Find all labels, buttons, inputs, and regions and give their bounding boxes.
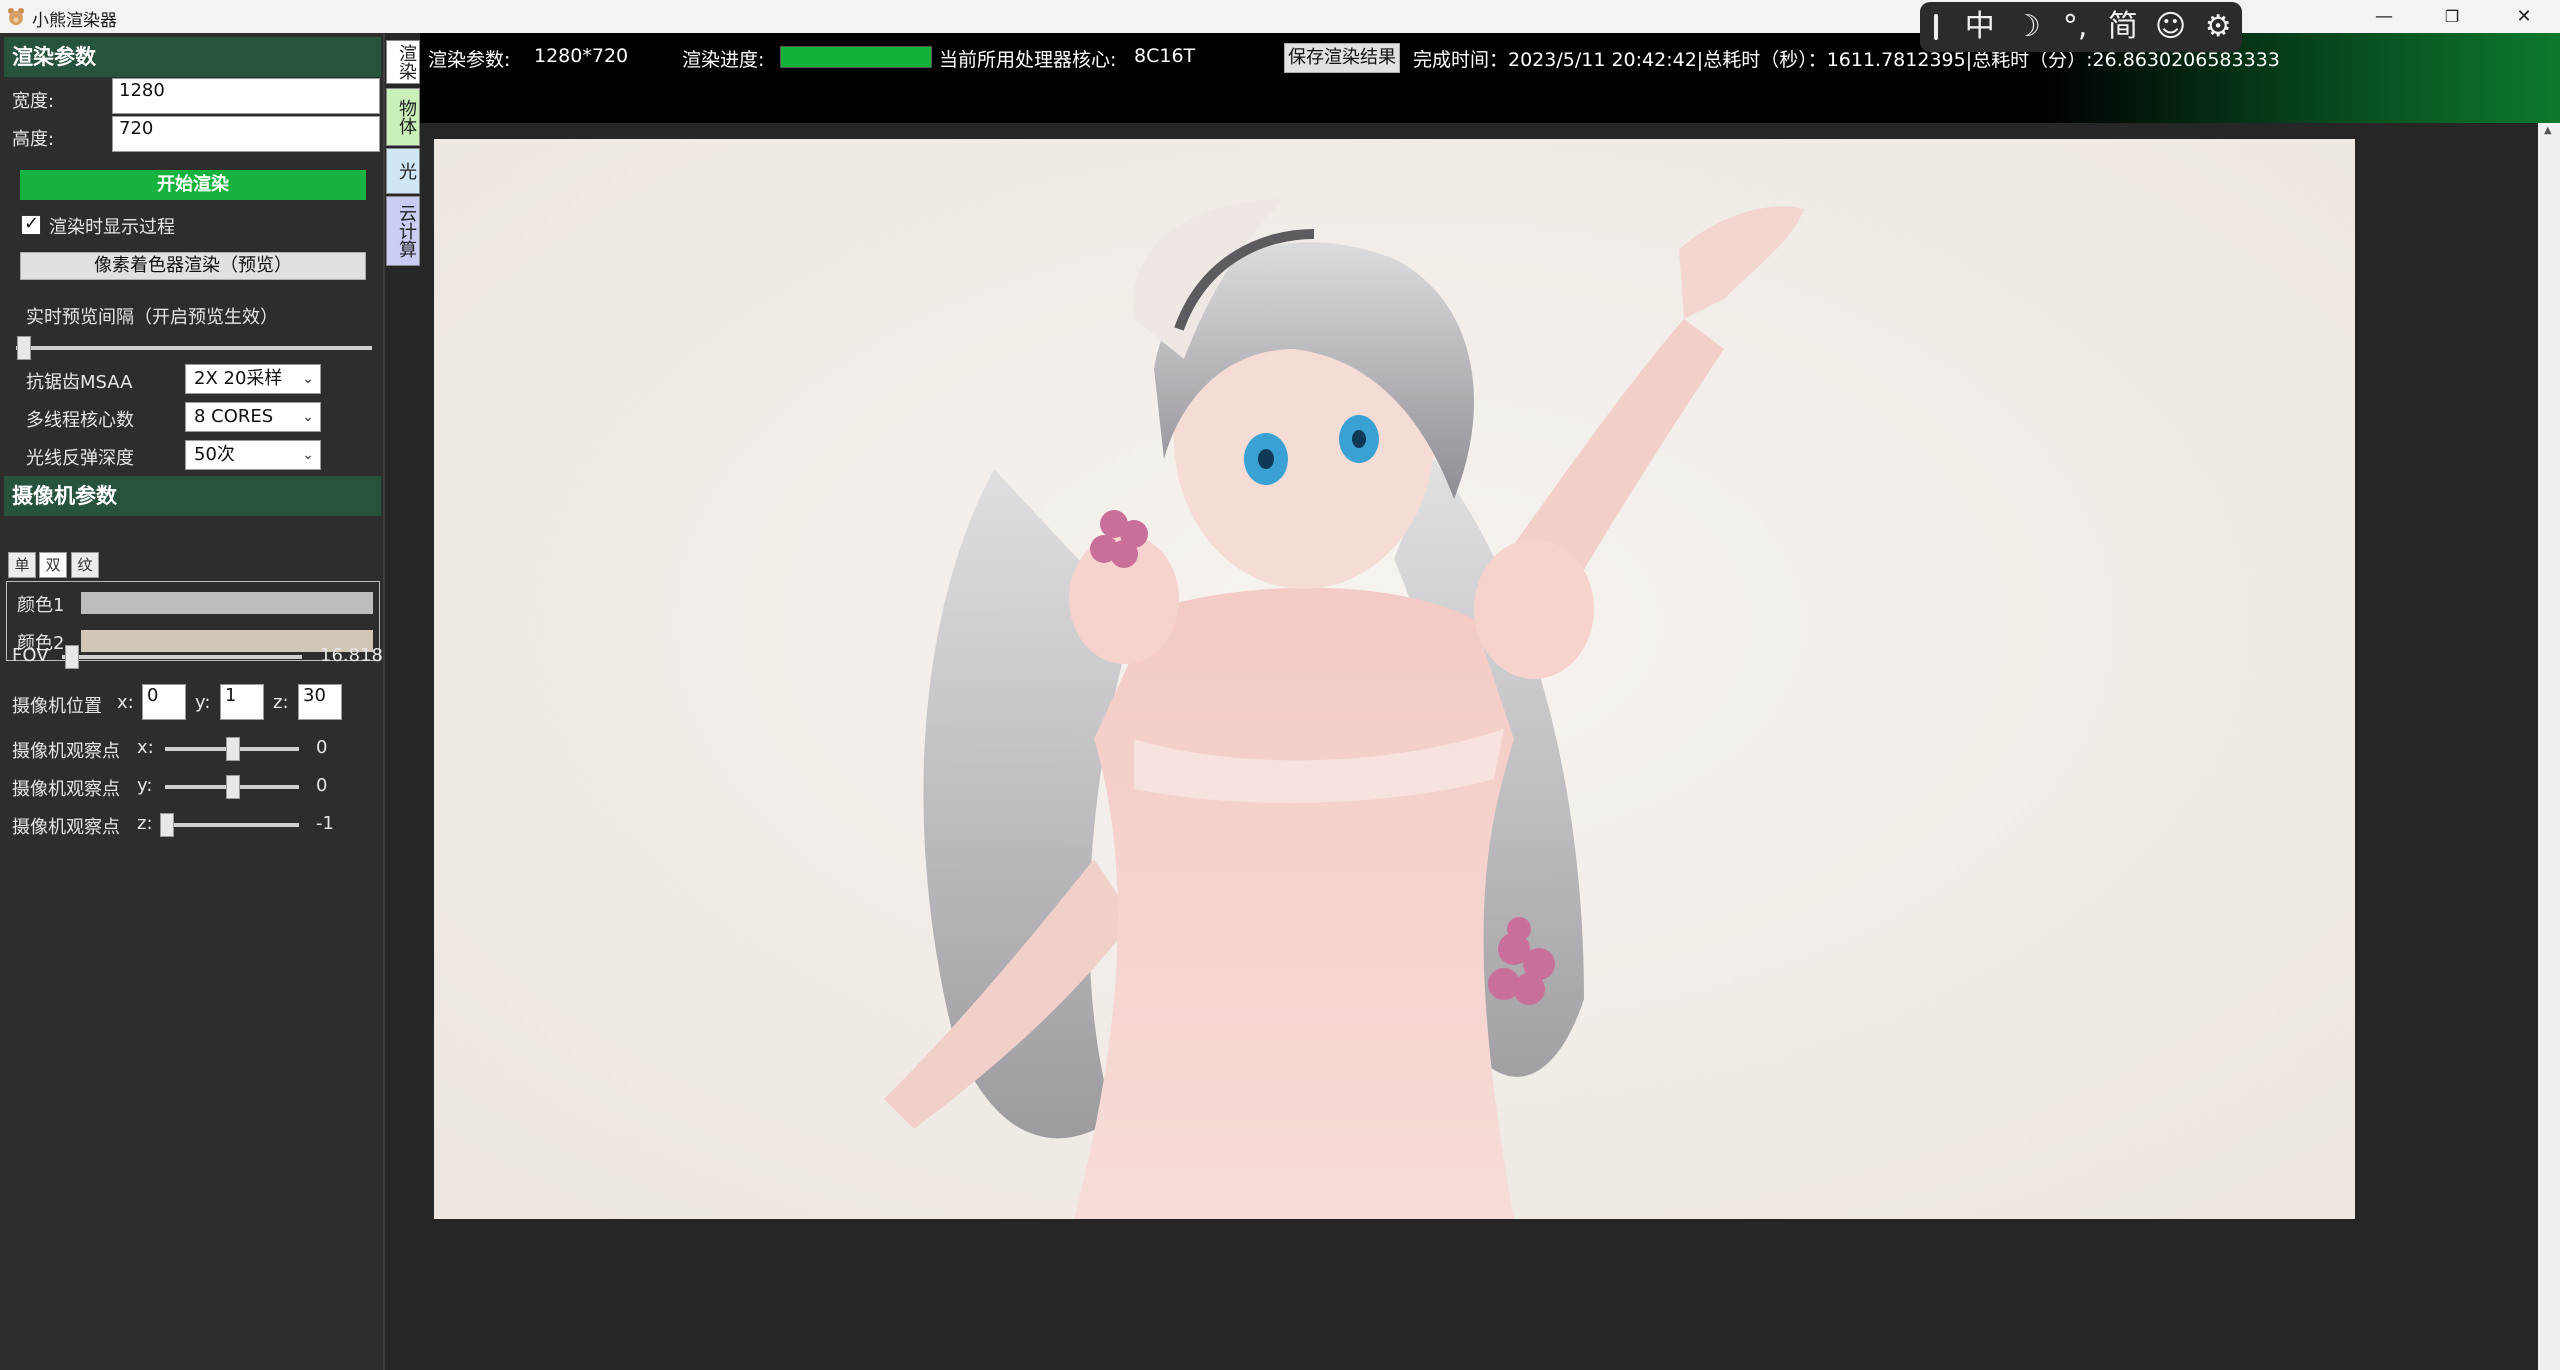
simplified-icon[interactable]: 简 bbox=[2099, 2, 2147, 52]
cpu-cores-label: 当前所用处理器核心: bbox=[939, 49, 1117, 71]
render-progress-bar bbox=[780, 46, 932, 68]
look-z-slider[interactable] bbox=[165, 823, 299, 827]
bounce-depth-select[interactable]: 50次 ⌄ bbox=[185, 440, 321, 470]
look-y-value: 0 bbox=[316, 775, 328, 796]
pixel-shader-render-button[interactable]: 像素着色器渲染（预览） bbox=[20, 252, 366, 280]
cores-label: 多线程核心数 bbox=[26, 410, 134, 431]
settings-icon[interactable]: ⚙ bbox=[2194, 2, 2242, 52]
vertical-scrollbar[interactable]: ▲ bbox=[2538, 123, 2560, 1370]
look-y-axis: y: bbox=[137, 775, 153, 796]
show-process-label: 渲染时显示过程 bbox=[49, 217, 175, 238]
tab-render[interactable]: 渲染 bbox=[386, 40, 420, 84]
height-label: 高度: bbox=[12, 129, 55, 150]
fov-slider[interactable] bbox=[62, 655, 302, 659]
msaa-select[interactable]: 2X 20采样 ⌄ bbox=[185, 364, 321, 394]
left-panel: 渲染参数 宽度: 1280 高度: 720 开始渲染 渲染时显示过程 像素着色器… bbox=[0, 33, 385, 1370]
look-y-slider-thumb[interactable] bbox=[226, 775, 240, 799]
render-params-info-value: 1280*720 bbox=[534, 45, 629, 67]
cores-select-value: 8 CORES bbox=[194, 406, 274, 427]
pos-y-input[interactable]: 1 bbox=[220, 684, 264, 720]
start-render-button[interactable]: 开始渲染 bbox=[20, 170, 366, 200]
chevron-down-icon: ⌄ bbox=[302, 409, 314, 425]
moon-icon[interactable]: ☽ bbox=[2004, 2, 2052, 52]
pos-z-label: z: bbox=[273, 692, 289, 713]
look-z-label: 摄像机观察点 bbox=[12, 817, 120, 838]
emoji-icon[interactable]: ☺ bbox=[2147, 2, 2195, 52]
app-icon bbox=[8, 8, 24, 25]
camera-tab-double[interactable]: 双 bbox=[39, 552, 67, 578]
preview-interval-slider-thumb[interactable] bbox=[17, 336, 31, 360]
width-input[interactable]: 1280 bbox=[112, 78, 380, 114]
cores-select[interactable]: 8 CORES ⌄ bbox=[185, 402, 321, 432]
preview-interval-label: 实时预览间隔（开启预览生效） bbox=[26, 307, 278, 328]
width-label: 宽度: bbox=[12, 91, 55, 112]
look-x-label: 摄像机观察点 bbox=[12, 741, 120, 762]
look-z-slider-thumb[interactable] bbox=[160, 813, 174, 837]
bounce-depth-select-value: 50次 bbox=[194, 444, 235, 465]
save-result-button[interactable]: 保存渲染结果 bbox=[1284, 43, 1400, 73]
pos-y-label: y: bbox=[195, 692, 211, 713]
tab-light[interactable]: 光 bbox=[386, 148, 420, 194]
chinese-mode-icon[interactable]: 中 bbox=[1956, 2, 2004, 52]
preview-interval-slider[interactable] bbox=[16, 346, 372, 350]
render-result-image bbox=[434, 139, 2355, 1219]
minimize-button[interactable]: — bbox=[2350, 0, 2418, 33]
rendered-character-image bbox=[434, 139, 2355, 1219]
height-input[interactable]: 720 bbox=[112, 116, 380, 152]
bounce-depth-label: 光线反弹深度 bbox=[26, 448, 134, 469]
render-progress-fill bbox=[781, 47, 931, 67]
pos-x-input[interactable]: 0 bbox=[142, 684, 186, 720]
window-title: 小熊渲染器 bbox=[32, 11, 117, 31]
maximize-button[interactable]: ❐ bbox=[2418, 0, 2486, 33]
cpu-cores-value: 8C16T bbox=[1134, 45, 1196, 67]
fov-label: FOV bbox=[12, 645, 49, 666]
look-x-axis: x: bbox=[137, 737, 154, 758]
scroll-up-arrow-icon[interactable]: ▲ bbox=[2544, 125, 2552, 136]
fov-slider-thumb[interactable] bbox=[65, 645, 79, 669]
look-z-axis: z: bbox=[137, 813, 153, 834]
pos-x-label: x: bbox=[117, 692, 134, 713]
render-progress-label: 渲染进度: bbox=[682, 49, 765, 71]
camera-params-header: 摄像机参数 bbox=[4, 476, 381, 516]
color1-swatch[interactable] bbox=[81, 592, 373, 614]
drag-handle-icon[interactable] bbox=[1934, 14, 1938, 40]
camera-position-label: 摄像机位置 bbox=[12, 696, 102, 717]
look-x-slider-thumb[interactable] bbox=[226, 737, 240, 761]
show-process-checkbox[interactable] bbox=[21, 213, 41, 235]
look-x-value: 0 bbox=[316, 737, 328, 758]
ime-toolbar: 中 ☽ °, 简 ☺ ⚙ bbox=[1920, 2, 2242, 52]
look-y-label: 摄像机观察点 bbox=[12, 779, 120, 800]
camera-tab-texture[interactable]: 纹 bbox=[71, 552, 99, 578]
msaa-select-value: 2X 20采样 bbox=[194, 368, 283, 389]
fov-value: 16.8186 bbox=[320, 645, 383, 666]
punctuation-icon[interactable]: °, bbox=[2051, 2, 2099, 52]
camera-tab-single[interactable]: 单 bbox=[8, 552, 36, 578]
msaa-label: 抗锯齿MSAA bbox=[26, 372, 133, 393]
tab-object[interactable]: 物体 bbox=[386, 88, 420, 146]
tab-cloud-compute[interactable]: 云计算 bbox=[386, 196, 420, 266]
render-params-info-label: 渲染参数: bbox=[428, 49, 511, 71]
color1-label: 颜色1 bbox=[17, 595, 65, 616]
look-z-value: -1 bbox=[316, 813, 334, 834]
chevron-down-icon: ⌄ bbox=[302, 447, 314, 463]
pos-z-input[interactable]: 30 bbox=[298, 684, 342, 720]
close-button[interactable]: ✕ bbox=[2490, 0, 2558, 33]
chevron-down-icon: ⌄ bbox=[302, 371, 314, 387]
render-params-header: 渲染参数 bbox=[4, 37, 381, 77]
